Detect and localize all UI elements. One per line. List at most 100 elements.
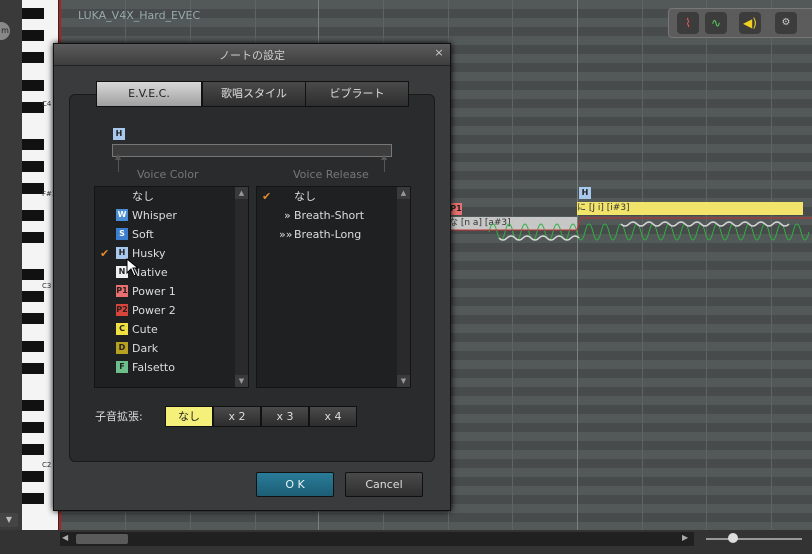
toolbar: ⌇ ∿ ◀) ⚙ xyxy=(668,8,812,38)
horizontal-scroll-thumb[interactable] xyxy=(76,534,128,544)
tab-evec[interactable]: E.V.E.C. xyxy=(96,81,202,107)
voice-color-item-label: Dark xyxy=(132,342,159,355)
voice-color-icon: F xyxy=(116,361,128,373)
black-key[interactable] xyxy=(22,161,44,172)
black-key[interactable] xyxy=(22,30,44,41)
black-key[interactable] xyxy=(22,422,44,433)
cancel-button[interactable]: Cancel xyxy=(345,472,423,497)
voice-release-item-label: Breath-Short xyxy=(294,209,365,222)
black-key[interactable] xyxy=(22,363,44,374)
voice-color-label: Voice Color xyxy=(137,168,199,181)
release-icon: »» xyxy=(279,228,293,241)
black-key[interactable] xyxy=(22,471,44,482)
scroll-down-arrow[interactable]: ▼ xyxy=(235,375,248,387)
voice-color-scrollbar[interactable]: ▲ ▼ xyxy=(235,187,248,387)
consonant-x2-button[interactable]: x 2 xyxy=(213,406,261,427)
consonant-extension-label: 子音拡張: xyxy=(95,410,143,423)
zoom-slider-handle[interactable] xyxy=(728,533,738,543)
voice-release-scrollbar[interactable]: ▲ ▼ xyxy=(397,187,410,387)
scroll-up-arrow[interactable]: ▲ xyxy=(397,187,410,199)
black-key[interactable] xyxy=(22,493,44,504)
voice-color-icon: C xyxy=(116,323,128,335)
roll-lane xyxy=(60,522,812,530)
voice-color-item[interactable]: なし xyxy=(95,187,233,206)
voice-color-item[interactable]: W Whisper xyxy=(95,206,233,225)
black-key[interactable] xyxy=(22,102,44,113)
note-settings-dialog: ノートの設定 × E.V.E.C. 歌唱スタイル ビブラート H ▲ ▲ Voi… xyxy=(53,43,451,511)
left-strip xyxy=(0,0,22,530)
voice-color-icon: P1 xyxy=(116,285,128,297)
voice-color-item[interactable]: P2 Power 2 xyxy=(95,301,233,320)
beat-line xyxy=(706,0,707,530)
beat-line xyxy=(771,0,772,530)
key-label: C4 xyxy=(42,100,52,108)
beat-line xyxy=(642,0,643,530)
scroll-right-arrow[interactable]: ▶ xyxy=(682,533,688,542)
scroll-left-arrow[interactable]: ◀ xyxy=(62,533,68,542)
dialog-title: ノートの設定 xyxy=(219,49,285,62)
black-key[interactable] xyxy=(22,80,44,91)
scroll-down-arrow[interactable]: ▼ xyxy=(0,513,18,527)
voice-color-icon: P2 xyxy=(116,304,128,316)
black-key[interactable] xyxy=(22,139,44,150)
ok-button[interactable]: O K xyxy=(256,472,334,497)
speaker-icon[interactable]: ◀) xyxy=(739,12,761,34)
black-key[interactable] xyxy=(22,52,44,63)
release-icon: » xyxy=(284,209,291,222)
pitch-curve-icon[interactable]: ⌇ xyxy=(677,12,699,34)
voice-color-item[interactable]: F Falsetto xyxy=(95,358,233,377)
voice-color-item-label: Whisper xyxy=(132,209,177,222)
black-key[interactable] xyxy=(22,400,44,411)
black-key[interactable] xyxy=(22,444,44,455)
voice-color-item[interactable]: D Dark xyxy=(95,339,233,358)
black-key[interactable] xyxy=(22,269,44,280)
release-preview-badge: H xyxy=(113,128,125,140)
arrow-up-icon: ▲ xyxy=(381,152,388,161)
black-key[interactable] xyxy=(22,341,44,352)
voice-release-item[interactable]: »» Breath-Long xyxy=(257,225,395,244)
scroll-up-arrow[interactable]: ▲ xyxy=(235,187,248,199)
consonant-x4-button[interactable]: x 4 xyxy=(309,406,357,427)
tab-singing-style[interactable]: 歌唱スタイル xyxy=(202,81,306,107)
voice-release-item[interactable]: ✔ なし xyxy=(257,187,395,206)
mouse-cursor-icon xyxy=(126,258,140,277)
black-key[interactable] xyxy=(22,8,44,19)
voice-color-icon: D xyxy=(116,342,128,354)
black-key[interactable] xyxy=(22,232,44,243)
voice-color-item[interactable]: C Cute xyxy=(95,320,233,339)
voice-release-item-label: なし xyxy=(294,190,316,203)
voice-release-label: Voice Release xyxy=(293,168,369,181)
vibrato-curve-icon[interactable]: ∿ xyxy=(705,12,727,34)
vibrato-wave xyxy=(449,217,812,241)
black-key[interactable] xyxy=(22,313,44,324)
beat-line xyxy=(577,0,578,530)
black-key[interactable] xyxy=(22,210,44,221)
roll-lane xyxy=(60,513,812,522)
voice-color-item[interactable]: P1 Power 1 xyxy=(95,282,233,301)
horizontal-scrollbar[interactable] xyxy=(60,532,694,546)
voice-color-item-label: Cute xyxy=(132,323,158,336)
voice-color-item-label: なし xyxy=(132,190,154,203)
voice-color-item-label: Falsetto xyxy=(132,361,175,374)
tab-vibrato[interactable]: ビブラート xyxy=(305,81,409,107)
scroll-down-arrow[interactable]: ▼ xyxy=(397,375,410,387)
settings-icon[interactable]: ⚙ xyxy=(775,12,797,34)
black-key[interactable] xyxy=(22,183,44,194)
zoom-slider[interactable] xyxy=(706,538,802,540)
voice-release-item[interactable]: » Breath-Short xyxy=(257,206,395,225)
voice-color-item-label: Power 1 xyxy=(132,285,176,298)
consonant-x3-button[interactable]: x 3 xyxy=(261,406,309,427)
voice-color-item[interactable]: S Soft xyxy=(95,225,233,244)
key-label: C2 xyxy=(42,461,52,469)
track-title: LUKA_V4X_Hard_EVEC xyxy=(78,9,201,22)
voice-color-icon: W xyxy=(116,209,128,221)
voice-color-item[interactable]: N Native xyxy=(95,263,233,282)
black-key[interactable] xyxy=(22,291,44,302)
check-icon: ✔ xyxy=(262,190,272,203)
voice-release-preview-bar xyxy=(112,144,392,157)
consonant-none-button[interactable]: なし xyxy=(165,406,213,427)
voice-color-item[interactable]: ✔ H Husky xyxy=(95,244,233,263)
voice-color-icon: S xyxy=(116,228,128,240)
close-icon[interactable]: × xyxy=(432,46,446,62)
voice-color-item-label: Power 2 xyxy=(132,304,176,317)
